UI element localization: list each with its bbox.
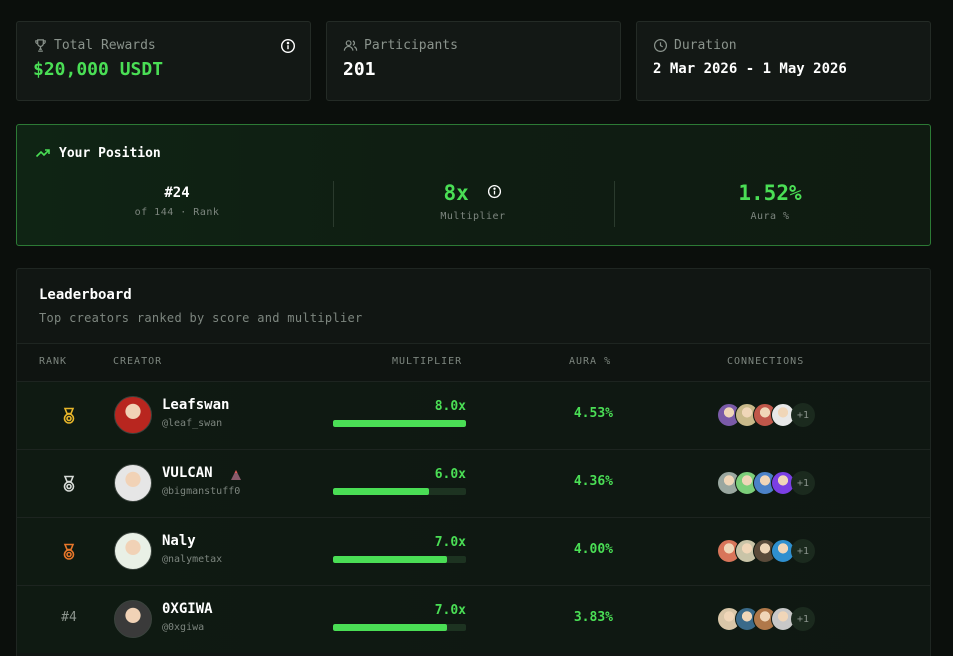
- aura-value: 4.00%: [573, 542, 613, 557]
- multiplier-bar-fill: [333, 556, 448, 563]
- multiplier-bar-fill: [333, 624, 448, 631]
- position-multiplier-sub: Multiplier: [440, 211, 506, 222]
- aura-value: 4.36%: [573, 474, 613, 489]
- total-rewards-card: Total Rewards $20,000 USDT: [16, 21, 311, 101]
- creator-name[interactable]: 0XGIWA: [162, 601, 213, 617]
- multiplier-bar-fill: [333, 488, 429, 495]
- participants-text: Participants: [364, 38, 458, 53]
- multiplier-value: 6.0x: [434, 467, 466, 482]
- connections-more[interactable]: +1: [791, 403, 815, 427]
- participants-card: Participants 201: [326, 21, 621, 101]
- multiplier-bar: [333, 420, 466, 427]
- rank-number: #4: [61, 610, 77, 625]
- total-rewards-label: Total Rewards: [33, 38, 294, 53]
- info-icon[interactable]: [487, 184, 502, 199]
- creator-name[interactable]: Leafswan: [162, 397, 229, 413]
- position-multiplier-value: 8x: [373, 181, 573, 205]
- connections: +1: [717, 539, 815, 563]
- multiplier-bar: [333, 488, 466, 495]
- leaderboard-subtitle: Top creators ranked by score and multipl…: [39, 311, 363, 325]
- leaderboard-card: Leaderboard Top creators ranked by score…: [16, 268, 931, 656]
- connections-more[interactable]: +1: [791, 607, 815, 631]
- connections: +1: [717, 607, 815, 631]
- col-connections[interactable]: CONNECTIONS: [727, 356, 804, 367]
- duration-text: Duration: [674, 38, 737, 53]
- total-rewards-text: Total Rewards: [54, 38, 156, 53]
- connections: +1: [717, 471, 815, 495]
- creator-handle: @leaf_swan: [162, 418, 223, 429]
- leaderboard-title: Leaderboard: [39, 287, 132, 303]
- duration-card: Duration 2 Mar 2026 - 1 May 2026: [636, 21, 931, 101]
- multiplier-value: 7.0x: [434, 603, 466, 618]
- users-icon: [343, 40, 358, 51]
- leaderboard-header: RANK CREATOR MULTIPLIER AURA % CONNECTIO…: [17, 343, 930, 381]
- position-rank-value: #24: [164, 185, 190, 201]
- your-position-title: Your Position: [35, 145, 161, 161]
- connections-more[interactable]: +1: [791, 471, 815, 495]
- creator-handle: @bigmanstuff0: [162, 486, 241, 497]
- info-icon[interactable]: [280, 38, 296, 54]
- medal-gold-icon: [59, 406, 79, 426]
- duration-value: 2 Mar 2026 - 1 May 2026: [653, 61, 847, 77]
- creator-name[interactable]: Naly: [162, 533, 196, 549]
- creator-name[interactable]: VULCAN: [162, 465, 213, 481]
- participants-label: Participants: [343, 38, 604, 53]
- table-row[interactable]: #4 0XGIWA @0xgiwa 7.0x 3.83% +1: [17, 585, 930, 653]
- aura-value: 4.53%: [573, 406, 613, 421]
- multiplier-bar-fill: [333, 420, 466, 427]
- trending-up-icon: [35, 149, 50, 158]
- col-creator[interactable]: CREATOR: [113, 356, 162, 367]
- avatar[interactable]: [114, 464, 152, 502]
- multiplier-bar: [333, 556, 466, 563]
- col-aura[interactable]: AURA %: [569, 356, 611, 367]
- position-aura-sub: Aura %: [750, 211, 790, 222]
- total-rewards-value: $20,000 USDT: [33, 59, 164, 80]
- volcano-icon: [230, 466, 242, 480]
- multiplier-value: 7.0x: [434, 535, 466, 550]
- position-rank: #24 of 144 · Rank: [77, 185, 277, 218]
- avatar[interactable]: [114, 600, 152, 638]
- table-row[interactable]: Leafswan @leaf_swan 8.0x 4.53% +1: [17, 381, 930, 449]
- avatar[interactable]: [114, 532, 152, 570]
- position-multiplier: 8x Multiplier: [373, 181, 573, 222]
- aura-value: 3.83%: [573, 610, 613, 625]
- table-row[interactable]: Naly @nalymetax 7.0x 4.00% +1: [17, 517, 930, 585]
- trophy-icon: [35, 39, 46, 52]
- position-aura: 1.52% Aura %: [670, 181, 870, 222]
- creator-handle: @0xgiwa: [162, 622, 205, 633]
- multiplier-value: 8.0x: [434, 399, 466, 414]
- creator-handle: @nalymetax: [162, 554, 223, 565]
- connections: +1: [717, 403, 815, 427]
- avatar[interactable]: [114, 396, 152, 434]
- position-aura-value: 1.52%: [738, 181, 802, 205]
- connections-more[interactable]: +1: [791, 539, 815, 563]
- duration-label: Duration: [653, 38, 914, 53]
- col-rank[interactable]: RANK: [39, 356, 67, 367]
- divider: [614, 181, 615, 227]
- position-rank-sub: of 144 · Rank: [134, 207, 220, 218]
- col-multiplier[interactable]: MULTIPLIER: [392, 356, 462, 367]
- medal-bronze-icon: [59, 542, 79, 562]
- divider: [333, 181, 334, 227]
- medal-silver-icon: [59, 474, 79, 494]
- participants-value: 201: [343, 59, 376, 80]
- multiplier-bar: [333, 624, 466, 631]
- clock-icon: [653, 38, 668, 53]
- your-position-card: Your Position #24 of 144 · Rank 8x Multi…: [16, 124, 931, 246]
- table-row[interactable]: VULCAN @bigmanstuff0 6.0x 4.36% +1: [17, 449, 930, 517]
